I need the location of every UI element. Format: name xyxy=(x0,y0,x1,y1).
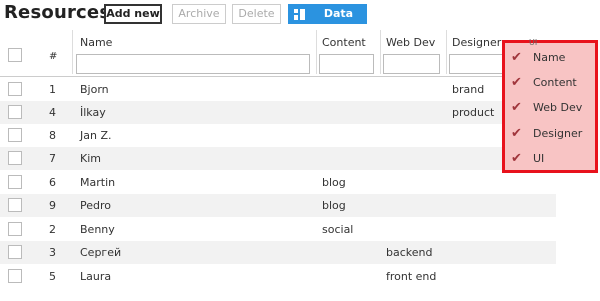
row-number: 5 xyxy=(49,270,56,283)
row-checkbox[interactable] xyxy=(8,82,22,96)
add-new-button[interactable]: Add new xyxy=(104,4,162,24)
check-icon: ✔ xyxy=(511,126,522,141)
column-divider xyxy=(446,30,447,74)
name-filter-input[interactable] xyxy=(76,54,310,74)
table-row[interactable]: 1 Bjorn brand xyxy=(0,78,556,101)
cell-name: Jan Z. xyxy=(80,129,112,142)
cell-name: İlkay xyxy=(80,106,106,119)
cell-name: Kim xyxy=(80,152,101,165)
field-option-label: Web Dev xyxy=(533,101,583,114)
row-checkbox[interactable] xyxy=(8,269,22,283)
field-option-content[interactable]: ✔ Content xyxy=(505,70,595,94)
data-fields-button[interactable]: Data Fields xyxy=(288,4,367,38)
field-option-label: Designer xyxy=(533,127,583,140)
cell-content: social xyxy=(322,223,354,236)
row-number: 8 xyxy=(49,129,56,142)
cell-web-dev: backend xyxy=(386,246,433,259)
field-option-web-dev[interactable]: ✔ Web Dev xyxy=(505,95,595,119)
cell-designer: product xyxy=(452,106,495,119)
field-option-ui[interactable]: ✔ UI xyxy=(505,146,595,170)
header-designer[interactable]: Designer xyxy=(452,36,501,49)
columns-icon xyxy=(294,9,305,20)
table-row[interactable]: 8 Jan Z. xyxy=(0,124,556,147)
row-number: 3 xyxy=(49,246,56,259)
table-row[interactable]: 5 Laura front end xyxy=(0,265,556,288)
data-fields-dropdown: UI ✔ Name ✔ Content ✔ Web Dev ✔ Designer… xyxy=(502,38,598,173)
column-divider xyxy=(316,30,317,74)
toolbar: Resources Add new Archive Delete Data Fi… xyxy=(0,0,600,38)
row-number: 1 xyxy=(49,83,56,96)
table-row[interactable]: 4 İlkay product xyxy=(0,101,556,124)
field-option-label: Content xyxy=(533,76,577,89)
cell-designer: brand xyxy=(452,83,485,96)
cell-name: Benny xyxy=(80,223,115,236)
row-number: 9 xyxy=(49,199,56,212)
cell-name: Bjorn xyxy=(80,83,109,96)
delete-button[interactable]: Delete xyxy=(232,4,281,24)
table-row[interactable]: 2 Benny social xyxy=(0,218,556,241)
cell-content: blog xyxy=(322,199,346,212)
cell-web-dev: front end xyxy=(386,270,437,283)
archive-button[interactable]: Archive xyxy=(172,4,226,24)
row-number: 2 xyxy=(49,223,56,236)
header-number: # xyxy=(49,51,58,62)
cell-name: Сергей xyxy=(80,246,122,259)
select-all-checkbox[interactable] xyxy=(8,48,22,62)
content-filter-input[interactable] xyxy=(319,54,374,74)
row-checkbox[interactable] xyxy=(8,222,22,236)
check-icon: ✔ xyxy=(511,100,522,115)
row-checkbox[interactable] xyxy=(8,175,22,189)
cell-name: Pedro xyxy=(80,199,112,212)
table-row[interactable]: 6 Martin blog xyxy=(0,171,556,194)
row-number: 7 xyxy=(49,152,56,165)
row-checkbox[interactable] xyxy=(8,151,22,165)
header-content[interactable]: Content xyxy=(322,36,366,49)
row-number: 6 xyxy=(49,176,56,189)
field-option-label: Name xyxy=(533,51,566,64)
table-row[interactable]: 7 Kim xyxy=(0,147,556,170)
row-checkbox[interactable] xyxy=(8,105,22,119)
column-divider xyxy=(380,30,381,74)
cell-name: Laura xyxy=(80,270,112,283)
cell-content: blog xyxy=(322,176,346,189)
header-divider xyxy=(0,76,556,77)
row-number: 4 xyxy=(49,106,56,119)
table-row[interactable]: 9 Pedro blog xyxy=(0,194,556,217)
row-checkbox[interactable] xyxy=(8,128,22,142)
field-option-name[interactable]: ✔ Name xyxy=(505,45,595,69)
check-icon: ✔ xyxy=(511,75,522,90)
row-checkbox[interactable] xyxy=(8,198,22,212)
table-row[interactable]: 3 Сергей backend xyxy=(0,241,556,264)
designer-filter-input[interactable] xyxy=(449,54,504,74)
header-name[interactable]: Name xyxy=(80,36,112,49)
check-icon: ✔ xyxy=(511,50,522,65)
field-option-label: UI xyxy=(533,152,545,165)
check-icon: ✔ xyxy=(511,151,522,166)
row-checkbox[interactable] xyxy=(8,245,22,259)
header-web-dev[interactable]: Web Dev xyxy=(386,36,435,49)
column-divider xyxy=(72,30,73,74)
field-option-designer[interactable]: ✔ Designer xyxy=(505,121,595,145)
page-title: Resources xyxy=(4,2,111,23)
cell-name: Martin xyxy=(80,176,116,189)
web-dev-filter-input[interactable] xyxy=(383,54,440,74)
